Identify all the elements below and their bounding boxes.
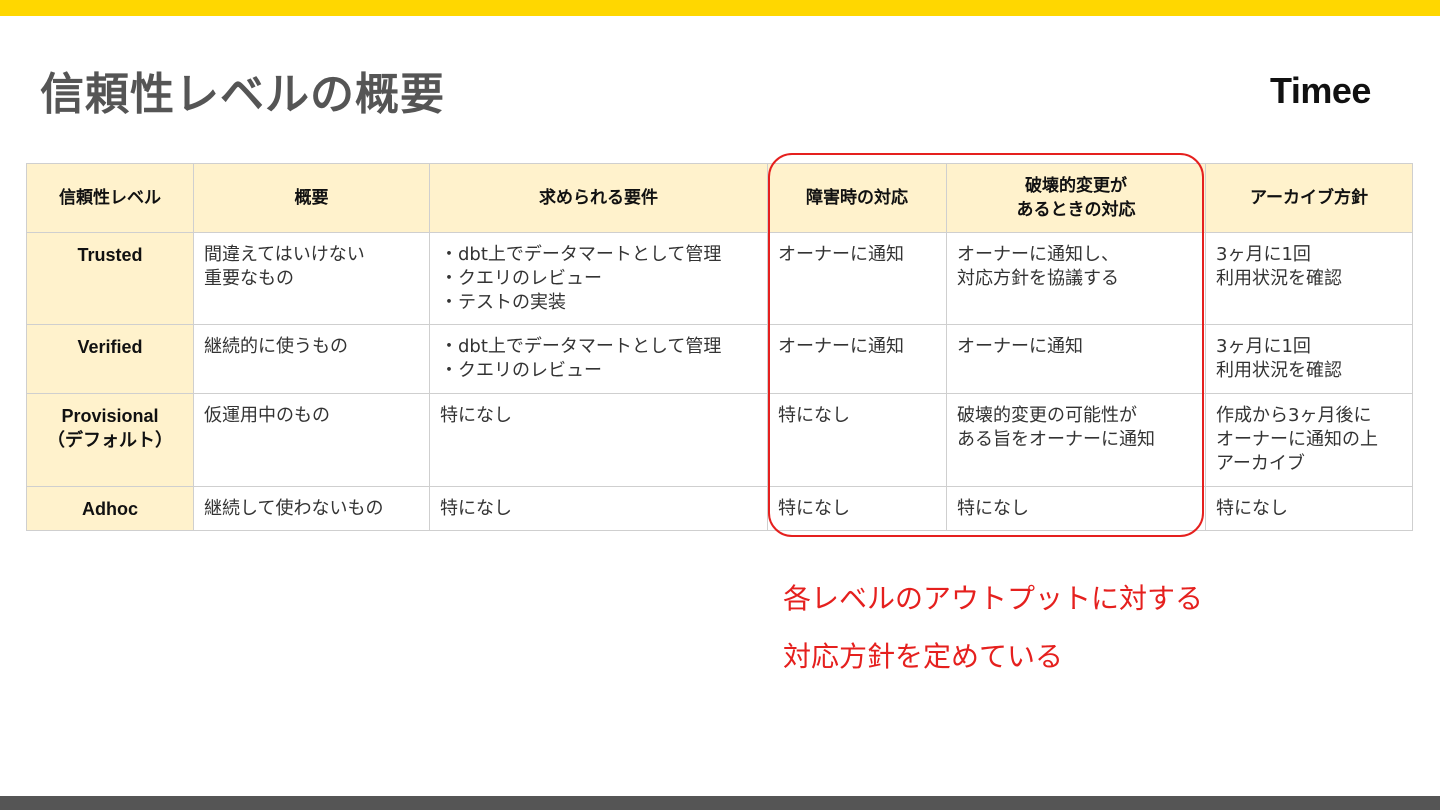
cell-text: Provisional	[61, 406, 159, 426]
cell-text: （デフォルト）	[47, 430, 173, 450]
incident-cell: 特になし	[767, 393, 947, 487]
header-cell: 求められる要件	[429, 163, 768, 233]
top-accent-bar	[0, 0, 1440, 16]
header-cell: 障害時の対応	[767, 163, 947, 233]
reliability-level-table: 信頼性レベル 概要 求められる要件 障害時の対応 破壊的変更が あるときの対応 ア…	[26, 163, 1413, 531]
table-header-row: 信頼性レベル 概要 求められる要件 障害時の対応 破壊的変更が あるときの対応 ア…	[26, 163, 1413, 233]
cell-text: 利用状況を確認	[1216, 268, 1342, 289]
cell-text: 特になし	[957, 498, 1029, 519]
cell-text: アーカイブ	[1216, 453, 1305, 474]
cell-text: Adhoc	[82, 499, 138, 519]
summary-cell: 間違えてはいけない 重要なもの	[193, 232, 430, 325]
callout-line: 対応方針を定めている	[783, 640, 1064, 673]
level-cell: Trusted	[26, 232, 194, 325]
cell-text: 特になし	[778, 405, 850, 426]
cell-text: Trusted	[77, 245, 143, 265]
cell-text: ・dbt上でデータマートとして管理	[440, 336, 722, 357]
requirements-cell: ・dbt上でデータマートとして管理 ・クエリのレビュー ・テストの実装	[429, 232, 768, 325]
summary-cell: 継続して使わないもの	[193, 486, 430, 531]
header-label: あるときの対応	[1016, 200, 1136, 220]
requirements-cell: 特になし	[429, 486, 768, 531]
table-row: Trusted 間違えてはいけない 重要なもの ・dbt上でデータマートとして管理 ・ク…	[26, 232, 1413, 325]
cell-text: 特になし	[778, 498, 850, 519]
header-label: 概要	[294, 188, 329, 208]
cell-text: ・クエリのレビュー	[440, 360, 602, 381]
cell-text: 3ヶ月に1回	[1216, 244, 1311, 265]
archive-cell: 特になし	[1205, 486, 1413, 531]
header-cell: アーカイブ方針	[1205, 163, 1413, 233]
cell-text: ・テストの実装	[440, 292, 566, 313]
cell-text: オーナーに通知	[778, 336, 904, 357]
cell-text: 破壊的変更の可能性が	[957, 405, 1137, 426]
cell-text: 対応方針を協議する	[957, 268, 1119, 289]
cell-text: 継続して使わないもの	[204, 498, 384, 519]
incident-cell: オーナーに通知	[767, 324, 947, 394]
cell-text: 特になし	[1216, 498, 1288, 519]
breaking-change-cell: 特になし	[946, 486, 1206, 531]
level-cell: Provisional （デフォルト）	[26, 393, 194, 487]
header-label: 信頼性レベル	[59, 188, 161, 208]
cell-text: オーナーに通知	[778, 244, 904, 265]
header-label: アーカイブ方針	[1250, 188, 1368, 208]
cell-text: 仮運用中のもの	[204, 405, 330, 426]
header-cell: 信頼性レベル	[26, 163, 194, 233]
archive-cell: 作成から3ヶ月後に オーナーに通知の上 アーカイブ	[1205, 393, 1413, 487]
callout-line: 各レベルのアウトプットに対する	[783, 582, 1204, 615]
cell-text: 利用状況を確認	[1216, 360, 1342, 381]
incident-cell: オーナーに通知	[767, 232, 947, 325]
breaking-change-cell: 破壊的変更の可能性が ある旨をオーナーに通知	[946, 393, 1206, 487]
level-cell: Verified	[26, 324, 194, 394]
page-title: 信頼性レベルの概要	[40, 69, 445, 120]
cell-text: 特になし	[440, 405, 512, 426]
breaking-change-cell: オーナーに通知し、 対応方針を協議する	[946, 232, 1206, 325]
cell-text: Verified	[77, 337, 143, 357]
cell-text: オーナーに通知し、	[957, 244, 1119, 265]
table-row: Provisional （デフォルト） 仮運用中のもの 特になし 特になし 破壊的変更の可…	[26, 393, 1413, 487]
requirements-cell: 特になし	[429, 393, 768, 487]
cell-text: オーナーに通知の上	[1216, 429, 1378, 450]
cell-text: 作成から3ヶ月後に	[1216, 405, 1372, 426]
table-row: Adhoc 継続して使わないもの 特になし 特になし 特になし 特になし	[26, 486, 1413, 531]
requirements-cell: ・dbt上でデータマートとして管理 ・クエリのレビュー	[429, 324, 768, 394]
summary-cell: 継続的に使うもの	[193, 324, 430, 394]
header-label: 障害時の対応	[806, 188, 908, 208]
archive-cell: 3ヶ月に1回利用状況を確認	[1205, 324, 1413, 394]
cell-text: 特になし	[440, 498, 512, 519]
incident-cell: 特になし	[767, 486, 947, 531]
archive-cell: 3ヶ月に1回利用状況を確認	[1205, 232, 1413, 325]
cell-text: 間違えてはいけない	[204, 244, 365, 265]
timee-logo: Timee	[1270, 70, 1371, 111]
level-cell: Adhoc	[26, 486, 194, 531]
header-label: 破壊的変更が	[1025, 176, 1127, 196]
cell-text: オーナーに通知	[957, 336, 1083, 357]
cell-text: ある旨をオーナーに通知	[957, 429, 1155, 450]
cell-text: ・クエリのレビュー	[440, 268, 602, 289]
header-label: 求められる要件	[539, 188, 658, 208]
callout-text: 各レベルのアウトプットに対する 対応方針を定めている	[783, 570, 1203, 686]
cell-text: ・dbt上でデータマートとして管理	[440, 244, 722, 265]
header-cell: 破壊的変更が あるときの対応	[946, 163, 1206, 233]
table-row: Verified 継続的に使うもの ・dbt上でデータマートとして管理 ・クエリのレビ…	[26, 324, 1413, 394]
bottom-bar	[0, 796, 1440, 810]
cell-text: 3ヶ月に1回	[1216, 336, 1311, 357]
cell-text: 継続的に使うもの	[204, 336, 348, 357]
header-cell: 概要	[193, 163, 430, 233]
cell-text: 重要なもの	[204, 268, 294, 289]
summary-cell: 仮運用中のもの	[193, 393, 430, 487]
breaking-change-cell: オーナーに通知	[946, 324, 1206, 394]
